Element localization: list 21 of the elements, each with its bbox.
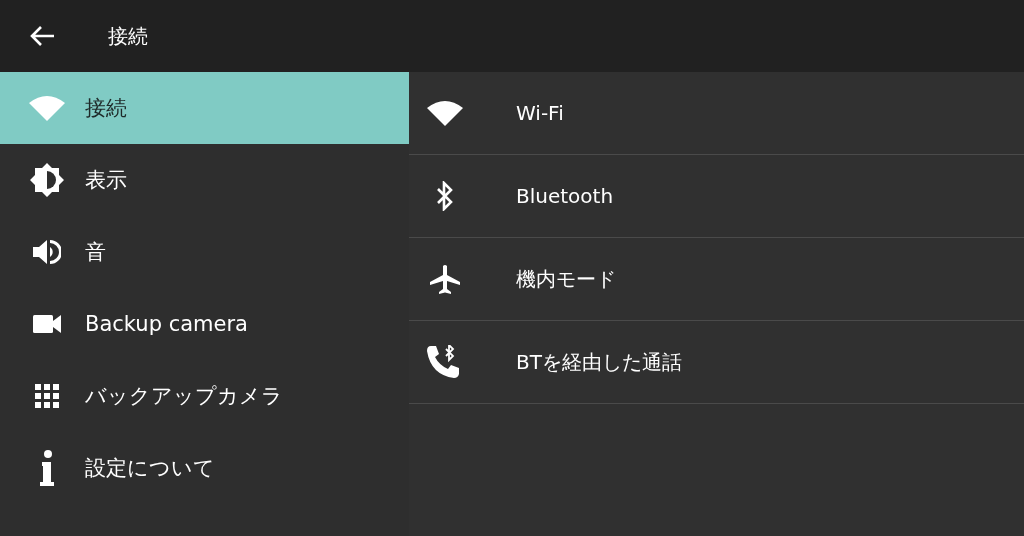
- brightness-icon: [29, 163, 64, 197]
- info-icon: [39, 450, 54, 486]
- sidebar-item[interactable]: Backup camera: [0, 288, 409, 360]
- speaker-icon: [32, 238, 61, 266]
- screen-title: 接続: [108, 22, 148, 50]
- settings-row[interactable]: Wi-Fi: [409, 72, 1024, 155]
- sidebar-item[interactable]: 音: [0, 216, 409, 288]
- sidebar-item[interactable]: バックアップカメラ: [0, 360, 409, 432]
- settings-row[interactable]: BTを経由した通話: [409, 321, 1024, 404]
- wifi-icon: [28, 95, 65, 121]
- settings-row[interactable]: Bluetooth: [409, 155, 1024, 238]
- sidebar-item[interactable]: 接続: [0, 72, 409, 144]
- wifi-icon: [426, 100, 463, 126]
- sidebar-item[interactable]: 設定について: [0, 432, 409, 504]
- sidebar-item[interactable]: 表示: [0, 144, 409, 216]
- settings-row[interactable]: 機内モード: [409, 238, 1024, 321]
- bluetooth-icon: [434, 181, 455, 211]
- grid-icon: [34, 384, 59, 408]
- video-camera-icon: [32, 315, 61, 333]
- back-button[interactable]: [29, 25, 55, 47]
- airplane-icon: [429, 264, 460, 294]
